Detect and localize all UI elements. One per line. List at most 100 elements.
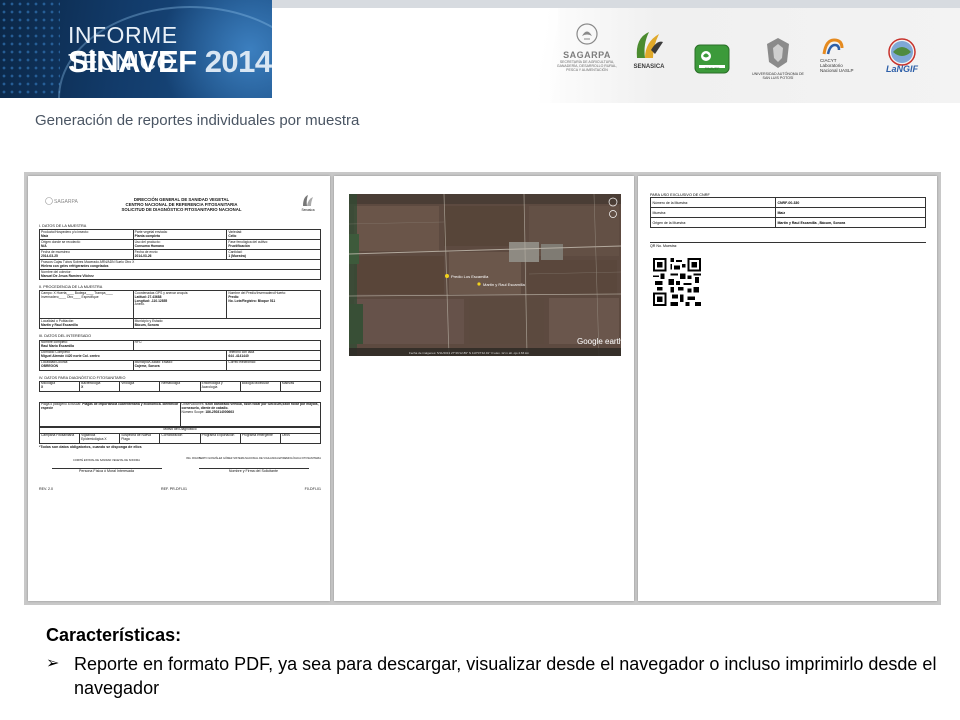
fecha-envio-cell: Fecha de envío: 2014-03-26 [132, 249, 228, 261]
cnrf-page: PARA USO EXCLUSIVO DE CNRF Número de la … [638, 176, 937, 601]
satellite-map-image: Predio Los Escamilla Martin y Raul Escam… [349, 194, 621, 356]
diag-col-label: Malezas [281, 381, 295, 386]
signature-2: Nombre y Firma del Solicitante [186, 468, 321, 473]
sagarpa-logo: SAGARPA SECRETARÍA DE AGRICULTURA, GANAD… [556, 22, 618, 72]
motivo-col: Programa Exportación [199, 432, 241, 444]
correo-label: Correo electrónico: [228, 360, 257, 365]
cnrf-label: Origen de la Muestra: [650, 217, 776, 229]
diagnosis-table: Micología X Bacteriología X Virología Nema… [38, 380, 322, 392]
sinavef-caption: SINAVEF [704, 67, 720, 71]
ciacyt-logo: CIACYT Laboratorio Nacional UASLP [820, 38, 874, 73]
form-revision: REV. 2.0 [39, 487, 54, 492]
motivo-col: Otros [279, 432, 322, 444]
section-requester: III. DATOS DEL INTERESADO [39, 334, 92, 339]
municipio-value: Bácum, Sonora [134, 322, 159, 327]
uso-cell: Uso del producto: Consumo Humano [132, 239, 228, 251]
banner-sinavef: SINAVEF [68, 44, 197, 79]
coords-cell: Coordenadas GPS y anexar croquis: Latitud… [132, 290, 228, 320]
rfc-cell: RFC: [132, 339, 322, 351]
variedad-value: Celio [228, 233, 237, 238]
senasica-caption: SENASICA [633, 64, 665, 70]
variedad-cell: Variedad: Celio [226, 229, 321, 241]
qr-label: QR No. Muestra: [650, 242, 926, 248]
diag-mark: X [41, 385, 44, 390]
municipio-cell: Municipio y Estado: Bácum, Sonora [132, 318, 322, 330]
obs-cell: Observaciones: tizón bandeado vertical, … [179, 401, 321, 427]
fase-cell: Fase fenológica del cultivo: Fructificaci… [226, 239, 321, 251]
form-footer: REV. 2.0 REF. PR-DFI-01 F0-DFI-01 [39, 487, 321, 493]
section-origin: II. PROCEDENCIA DE LA MUESTRA [39, 285, 103, 290]
uaslp-logo: UNIVERSIDAD AUTÓNOMA DE SAN LUIS POTOSÍ [752, 36, 804, 80]
plaga-cell: Plaga ó patógeno a buscar: Plagas de imp… [39, 401, 181, 427]
scope-value: 186-250314000663 [205, 409, 234, 414]
motivo-col: Campaña Fitosanitaria [38, 432, 81, 444]
sinavef-logo: SINAVEF [692, 44, 732, 74]
diag-col-2: Virología [119, 380, 161, 392]
motivo-table: Motivo del Diagnóstico Campaña Fitosanit… [38, 426, 322, 444]
diag-mark: X [81, 385, 84, 390]
producto-cell: Producto/Hospedero y/o insecto: Maíz [39, 229, 134, 241]
diag-col-label: Micología [41, 381, 56, 386]
form-title-line3: SOLICITUD DE DIAGNÓSTICO FITOSANITARIO N… [121, 206, 242, 212]
form-page: SAGARPA DIRECCIÓN GENERAL DE SANIDAD VEG… [28, 176, 330, 601]
senasica-logo: SENASICA [626, 28, 672, 70]
map-pin-icon [477, 282, 481, 286]
nombre-cell: Nombre completo: Raul Mario Escamilla [39, 339, 134, 351]
envase-note: Hielera con geles refrigerantes congelad… [41, 263, 109, 268]
motivo-col: Programa emergente [239, 432, 281, 444]
bullet-arrow-icon: ➢ [46, 655, 60, 672]
colector-cell: Nombre del colector: Manuel De Jesus Ramí… [39, 269, 321, 281]
fecha-muestreo-value: 2014-03-25 [41, 253, 58, 258]
plaga-table: Plaga ó patógeno a buscar: Plagas de imp… [39, 401, 321, 427]
campo-cell: Campo: X Huerta____ Bodega____ Trampa___… [39, 290, 134, 320]
origen-label: Origen donde se recolectó: [41, 239, 81, 244]
map-label-1: Predio Los Escamilla [451, 274, 489, 279]
banner-dot-pattern [0, 0, 60, 98]
diag-col-label: Biología Molecular [241, 381, 269, 386]
langif-caption: LaNGIF [885, 64, 918, 74]
motivo-col: Sospecha de Nueva Plaga [119, 432, 161, 444]
municipio2-cell: Municipio/Ciudad: Estado: Cajeme, Sonora [132, 359, 228, 371]
table-row: Origen de la Muestra: Martin y Raul Esca… [650, 217, 926, 229]
municipio2-value: Cajeme, Sonora [134, 363, 160, 368]
diag-col-label: Nematología [161, 381, 181, 386]
uaslp-crest-icon [767, 38, 789, 68]
predio-label: Nombre del Predio/Invernadero/Huerto: [228, 290, 287, 295]
localidad-cell: Localidad o Población: Martin y Raul Esca… [39, 318, 134, 330]
form-code: F0-DFI-01 [304, 487, 321, 492]
section-diagnosis: IV. DATOS PARA DIAGNÓSTICO FITOSANITARIO [39, 375, 126, 380]
map-pin-icon [445, 274, 449, 278]
campo-value: Campo: X Huerta____ Bodega____ Trampa___… [41, 290, 113, 299]
map-label-2: Martin y Raul Escamilla [483, 282, 526, 287]
header-band [272, 0, 960, 8]
mexico-eagle-icon [576, 23, 598, 45]
table-row: Muestra: Maíz [650, 207, 926, 219]
report-header: INFORME TÉCNICO SINAVEF 2014 SAGARPA SEC… [0, 0, 960, 103]
requester-table: Nombre completo: Raul Mario Escamilla RFC… [38, 339, 322, 371]
banner-year: 2014 [204, 44, 272, 79]
map-brand: Google earth [577, 337, 621, 346]
ciacyt-caption: CIACYT Laboratorio Nacional UASLP [820, 58, 854, 73]
form-title: DIRECCIÓN GENERAL DE SANIDAD VEGETAL CEN… [99, 197, 264, 212]
ciacyt-emblem-icon [822, 38, 844, 55]
uaslp-caption: UNIVERSIDAD AUTÓNOMA DE SAN LUIS POTOSÍ [752, 72, 804, 80]
motivo-col: Vigilancia Epidemiológica X [79, 432, 121, 444]
producto-value: Maíz [41, 233, 49, 238]
correo-cell: Correo electrónico: [226, 359, 321, 371]
diag-col-5: Biología Molecular [239, 380, 281, 392]
localidad2-cell: Localidad/Colonia: OBREGON [39, 359, 134, 371]
signature-1-label: Persona Física ó Moral Interesada [79, 469, 134, 474]
localidad2-value: OBREGON [41, 363, 59, 368]
form-header: SAGARPA DIRECCIÓN GENERAL DE SANIDAD VEG… [39, 188, 321, 222]
qr-code-icon [653, 258, 701, 306]
tel-value: 644 -4141440 [228, 353, 249, 358]
rfc-label: RFC: [134, 340, 143, 345]
cnrf-form: PARA USO EXCLUSIVO DE CNRF Número de la … [650, 193, 926, 248]
diag-col-label: Entomología y Acarología [201, 381, 223, 390]
diag-col-0: Micología X [38, 380, 81, 392]
partner-logos: SAGARPA SECRETARÍA DE AGRICULTURA, GANAD… [528, 8, 960, 103]
origen-cell: Origen donde se recolectó: N/A [39, 239, 134, 251]
fecha-envio-value: 2014-03-26 [134, 253, 152, 258]
fase-value: Fructificación [228, 243, 250, 248]
cantidad-cell: Cantidad: 1 (Muestra) [226, 249, 321, 261]
